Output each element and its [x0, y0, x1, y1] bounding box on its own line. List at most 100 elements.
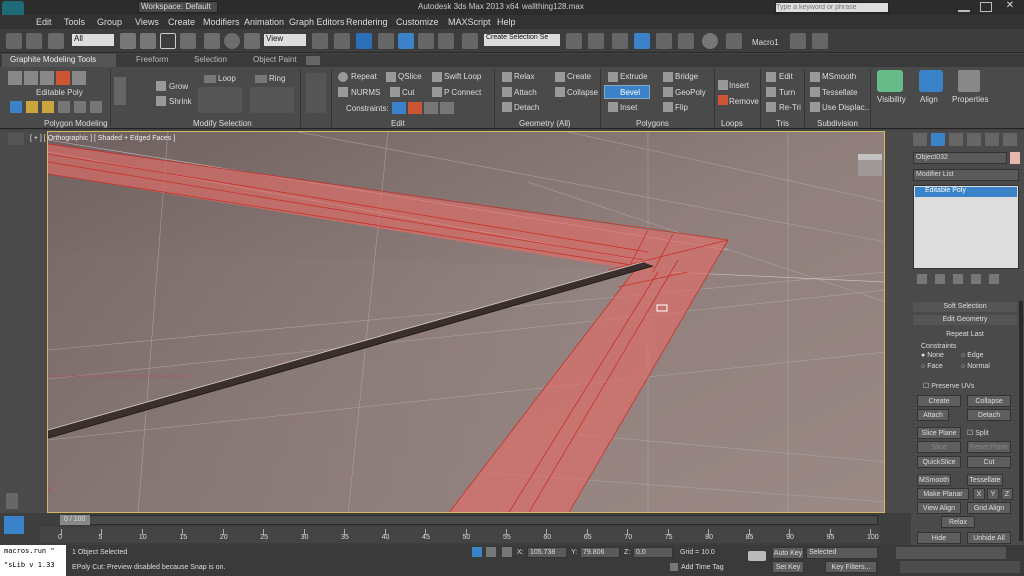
playback-controls[interactable] [896, 547, 1006, 559]
view-align-button[interactable]: View Align [917, 502, 961, 514]
create-tab-icon[interactable] [913, 133, 927, 146]
window-crossing-icon[interactable] [180, 33, 196, 49]
element-icon[interactable] [72, 71, 86, 85]
absolute-mode-icon[interactable] [502, 547, 512, 557]
tris-title[interactable]: Tris [776, 119, 789, 128]
grid-align-button[interactable]: Grid Align [967, 502, 1011, 514]
minimize-button[interactable] [958, 2, 970, 12]
detach-button[interactable]: Detach [514, 103, 539, 112]
material-editor-icon[interactable] [702, 33, 718, 49]
properties-button[interactable]: Properties [952, 95, 988, 104]
make-planar-button[interactable]: Make Planar [917, 488, 969, 500]
motion-tab-icon[interactable] [967, 133, 981, 146]
nurms-button[interactable]: NURMS [351, 88, 380, 97]
p-connect-icon[interactable] [432, 87, 442, 97]
loop-icon[interactable] [204, 75, 216, 83]
z-button[interactable]: Z [1001, 488, 1013, 500]
tessellate-button[interactable]: Tessellate [967, 474, 1003, 486]
stack-item-editable-poly[interactable]: Editable Poly [915, 187, 1017, 197]
configure-sets-icon[interactable] [989, 274, 999, 284]
swift-loop-icon[interactable] [432, 72, 442, 82]
region-select-icon[interactable] [160, 33, 176, 49]
tab-freeform[interactable]: Freeform [136, 55, 168, 64]
tab-selection[interactable]: Selection [194, 55, 227, 64]
key-filters-button[interactable]: Key Filters... [825, 561, 877, 573]
ring-button[interactable]: Ring [269, 74, 285, 83]
geopoly-icon[interactable] [663, 87, 673, 97]
workspace-dropdown[interactable]: Workspace: Default [138, 1, 218, 13]
slice-plane-button[interactable]: Slice Plane [917, 427, 961, 439]
named-selection-dropdown[interactable]: Create Selection Se [484, 34, 560, 46]
cut-icon[interactable] [390, 87, 400, 97]
constraint-edge-radio[interactable]: ○ Edge [961, 352, 984, 359]
retri-button[interactable]: Re-Tri [779, 103, 801, 112]
align-big-icon[interactable] [919, 70, 943, 92]
z-coord-field[interactable]: 0.0 [633, 547, 673, 558]
menu-rendering[interactable]: Rendering [346, 17, 388, 27]
ring-tools[interactable] [250, 87, 294, 113]
create-button[interactable]: Create [567, 72, 591, 81]
bridge-button[interactable]: Bridge [675, 72, 698, 81]
show-end-icon[interactable] [58, 101, 70, 113]
show-end-result-icon[interactable] [935, 274, 945, 284]
attach-button[interactable]: Attach [917, 409, 949, 421]
menu-views[interactable]: Views [135, 17, 159, 27]
msmooth-button[interactable]: MSmooth [917, 474, 951, 486]
visibility-icon[interactable] [877, 70, 903, 92]
keyboard-shortcut-icon[interactable] [356, 33, 372, 49]
render-frame-icon[interactable] [790, 33, 806, 49]
display-tab-icon[interactable] [985, 133, 999, 146]
modifier-stack-icon[interactable] [10, 101, 22, 113]
ribbon-options-icon[interactable] [306, 56, 320, 65]
modifier-list-dropdown[interactable]: Modifier List [913, 169, 1019, 181]
grow-button[interactable]: Grow [169, 82, 188, 91]
msmooth-icon[interactable] [810, 72, 820, 82]
graphite-toggle-icon[interactable] [634, 33, 650, 49]
constraint-normal-radio[interactable]: ○ Normal [961, 363, 990, 370]
left-scroll[interactable] [6, 493, 18, 509]
flip-icon[interactable] [663, 102, 673, 112]
loop-tools[interactable] [198, 87, 242, 113]
cut-button[interactable]: Cut [967, 456, 1011, 468]
tessellate-button[interactable]: Tessellate [822, 88, 858, 97]
menu-tools[interactable]: Tools [64, 17, 85, 27]
swift-loop-button[interactable]: Swift Loop [444, 72, 481, 81]
select-by-name-icon[interactable] [140, 33, 156, 49]
properties-icon[interactable] [958, 70, 980, 92]
menu-animation[interactable]: Animation [244, 17, 284, 27]
search-input[interactable] [775, 2, 889, 13]
panel-scrollbar[interactable] [1019, 301, 1023, 541]
use-displace-button[interactable]: Use Displac... [822, 103, 871, 112]
menu-edit[interactable]: Edit [36, 17, 52, 27]
menu-create[interactable]: Create [168, 17, 195, 27]
modify-tab-icon[interactable] [931, 133, 945, 146]
p-connect-button[interactable]: P Connect [444, 88, 481, 97]
repeat-button[interactable]: Repeat [351, 72, 377, 81]
ring-icon[interactable] [255, 75, 267, 83]
extrude-button[interactable]: Extrude [620, 72, 648, 81]
bridge-icon[interactable] [663, 72, 673, 82]
key-icon[interactable] [748, 551, 766, 561]
repeat-last-button[interactable]: Repeat Last [921, 329, 1009, 340]
geometry-title[interactable]: Geometry (All) [519, 119, 571, 128]
retri-icon[interactable] [766, 102, 776, 112]
use-displace-icon[interactable] [810, 102, 820, 112]
viewport[interactable] [47, 131, 885, 513]
percent-snap-icon[interactable] [418, 33, 434, 49]
soft-selection-rollout[interactable]: Soft Selection [913, 302, 1017, 312]
collapse-button[interactable]: Collapse [967, 395, 1011, 407]
schematic-view-icon[interactable] [678, 33, 694, 49]
flip-button[interactable]: Flip [675, 103, 688, 112]
spinner-snap-icon[interactable] [438, 33, 454, 49]
slice-button[interactable]: Slice [917, 441, 961, 453]
extrude-icon[interactable] [608, 72, 618, 82]
sub-obj-icon[interactable] [42, 101, 54, 113]
layer-manager-icon[interactable] [612, 33, 628, 49]
constraint-none-icon[interactable] [392, 102, 406, 114]
cut-button[interactable]: Cut [402, 88, 414, 97]
scale-icon[interactable] [244, 33, 260, 49]
pin-stack-icon[interactable] [917, 274, 927, 284]
y-button[interactable]: Y [987, 488, 999, 500]
y-coord-field[interactable]: 79.806 [580, 547, 620, 558]
time-tag-icon[interactable] [670, 563, 678, 571]
